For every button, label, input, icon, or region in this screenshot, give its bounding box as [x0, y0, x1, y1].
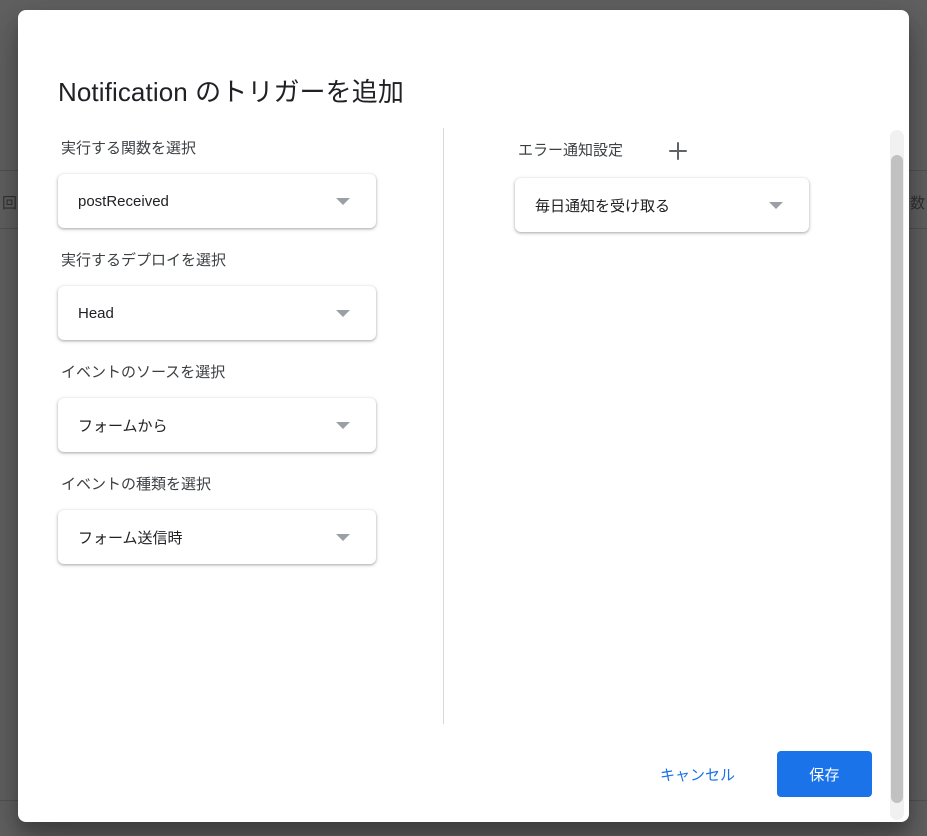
- left-column: 実行する関数を選択 postReceived 実行するデプロイを選択 Head …: [58, 138, 398, 564]
- select-event-source[interactable]: フォームから: [58, 398, 376, 452]
- field-label-function: 実行する関数を選択: [61, 140, 197, 157]
- plus-icon[interactable]: [665, 138, 691, 164]
- chevron-down-icon: [769, 201, 783, 209]
- background-rule: [0, 228, 18, 229]
- dialog-footer: キャンセル 保存: [18, 726, 909, 822]
- save-button[interactable]: 保存: [777, 751, 872, 797]
- field-error-notification: エラー通知設定 毎日通知を受け取る: [515, 138, 845, 232]
- chevron-down-icon: [336, 533, 350, 541]
- select-error-notification-value: 毎日通知を受け取る: [535, 197, 671, 215]
- field-deployment: 実行するデプロイを選択 Head: [58, 250, 398, 340]
- field-label-deployment: 実行するデプロイを選択: [61, 252, 227, 269]
- select-event-source-value: フォームから: [78, 417, 168, 435]
- select-function-value: postReceived: [78, 192, 169, 210]
- dialog-title-brand: Notification: [58, 77, 188, 108]
- field-event-source: イベントのソースを選択 フォームから: [58, 362, 398, 452]
- background-text-left: 回: [2, 195, 18, 212]
- background-rule: [0, 800, 18, 801]
- error-notification-label-row: エラー通知設定: [518, 138, 845, 164]
- add-trigger-dialog: Notification のトリガーを追加 実行する関数を選択 postRece…: [18, 10, 909, 822]
- chevron-down-icon: [336, 197, 350, 205]
- dialog-scrollbar-track[interactable]: [890, 130, 904, 820]
- right-column: エラー通知設定 毎日通知を受け取る: [515, 138, 845, 232]
- chevron-down-icon: [336, 309, 350, 317]
- field-label-event-type: イベントの種類を選択: [61, 476, 212, 493]
- dialog-body: 実行する関数を選択 postReceived 実行するデプロイを選択 Head …: [18, 118, 909, 726]
- field-event-type: イベントの種類を選択 フォーム送信時: [58, 474, 398, 564]
- select-deployment-value: Head: [78, 304, 114, 322]
- field-label-error-notification: エラー通知設定: [518, 142, 624, 159]
- dialog-title-rest: のトリガーを追加: [187, 77, 404, 108]
- select-deployment[interactable]: Head: [58, 286, 376, 340]
- select-function[interactable]: postReceived: [58, 174, 376, 228]
- select-event-type-value: フォーム送信時: [78, 529, 183, 547]
- chevron-down-icon: [336, 421, 350, 429]
- dialog-title: Notification のトリガーを追加: [58, 75, 404, 109]
- select-error-notification[interactable]: 毎日通知を受け取る: [515, 178, 809, 232]
- dialog-scrollbar-thumb[interactable]: [891, 155, 903, 803]
- cancel-button[interactable]: キャンセル: [650, 754, 745, 795]
- background-rule: [0, 170, 18, 171]
- field-label-event-source: イベントのソースを選択: [61, 364, 226, 381]
- background-text-right: 数: [909, 195, 925, 212]
- field-function: 実行する関数を選択 postReceived: [58, 138, 398, 228]
- column-divider: [443, 128, 444, 724]
- select-event-type[interactable]: フォーム送信時: [58, 510, 376, 564]
